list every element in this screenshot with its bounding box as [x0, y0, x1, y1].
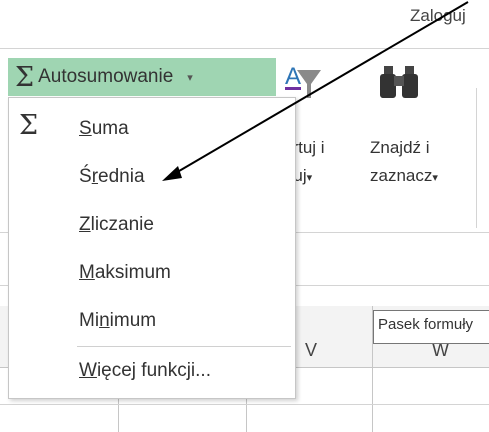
menu-item-suma[interactable]: Suma — [79, 118, 129, 140]
grid-row-line — [0, 404, 489, 405]
menu-item-maksimum[interactable]: Maksimum — [79, 262, 171, 284]
sigma-icon: Σ — [19, 110, 39, 141]
menu-item-srednia[interactable]: Średnia — [79, 166, 145, 188]
column-header-v[interactable]: V — [305, 340, 317, 361]
menu-item-wiecej-funkcji[interactable]: Więcej funkcji... — [79, 360, 211, 382]
sort-filter-icon[interactable]: A — [283, 62, 323, 102]
find-select-label-2[interactable]: zaznacz▾ — [370, 166, 438, 186]
login-link[interactable]: Zaloguj — [410, 6, 466, 26]
sigma-icon: Σ — [15, 61, 35, 93]
chevron-down-icon: ▾ — [432, 172, 438, 184]
find-select-label-1[interactable]: Znajdź i — [370, 138, 430, 158]
autosum-label: Autosumowanie — [38, 66, 174, 87]
autosum-button[interactable]: Σ Autosumowanie ▾ — [8, 58, 276, 96]
chevron-down-icon[interactable]: ▾ — [187, 71, 193, 84]
binoculars-icon[interactable] — [378, 62, 422, 102]
ribbon-group-divider — [476, 88, 477, 228]
menu-item-zliczanie[interactable]: Zliczanie — [79, 214, 154, 236]
chevron-down-icon: ▾ — [306, 172, 313, 184]
menu-item-minimum[interactable]: Minimum — [79, 310, 156, 332]
menu-separator — [77, 346, 291, 347]
formula-bar-tooltip: Pasek formuły — [373, 310, 489, 344]
svg-text:A: A — [285, 63, 301, 90]
autosum-dropdown-menu: Σ Suma Średnia Zliczanie Maksimum Minimu… — [8, 97, 296, 399]
ribbon-separator — [0, 48, 489, 49]
